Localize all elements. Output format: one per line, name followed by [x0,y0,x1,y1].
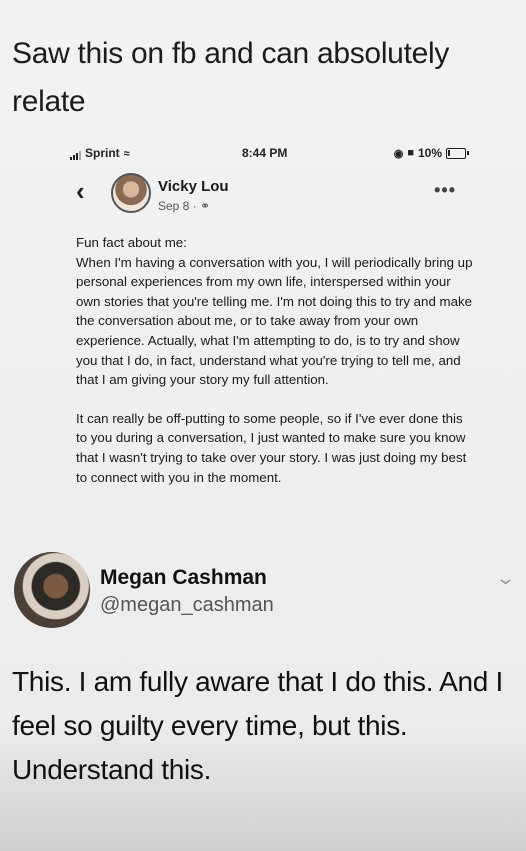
fb-post-body: Fun fact about me: When I'm having a con… [76,233,476,506]
location-icon: ◉ [393,147,404,160]
signal-icon [70,151,81,160]
fb-paragraph: Fun fact about me: When I'm having a con… [76,235,473,388]
avatar[interactable] [111,173,151,213]
fb-post-header: ‹ Vicky Lou Sep 8 · ⚭ ••• [70,170,470,220]
fb-paragraph: It can really be off-putting to some peo… [76,410,467,485]
tweet-author-name[interactable]: Megan Cashman [100,566,267,590]
fb-author-name[interactable]: Vicky Lou [158,178,229,195]
wifi-icon: ≈ [123,148,130,160]
phone-status-bar: Sprint ≈ 8:44 PM ◉ ■ 10% [70,143,480,163]
status-time: 8:44 PM [242,146,288,160]
tweet-avatar[interactable] [14,552,90,628]
more-options-icon[interactable]: ••• [434,180,456,201]
fb-post-date: Sep 8 · ⚭ [158,199,210,213]
battery-icon [446,147,469,159]
chevron-down-icon[interactable]: ⌄ [495,568,516,589]
alarm-icon: ■ [407,147,414,159]
globe-icon: ⚭ [200,199,211,213]
back-chevron-icon[interactable]: ‹ [76,176,85,207]
carrier-label: Sprint [85,146,120,160]
post-caption: Saw this on fb and can absolutely relate [12,37,450,118]
battery-percent: 10% [417,146,442,160]
date-label: Sep 8 · [158,199,197,213]
tweet-text: This. I am fully aware that I do this. A… [12,666,504,785]
tweet-author-handle[interactable]: @megan_cashman [100,594,274,617]
